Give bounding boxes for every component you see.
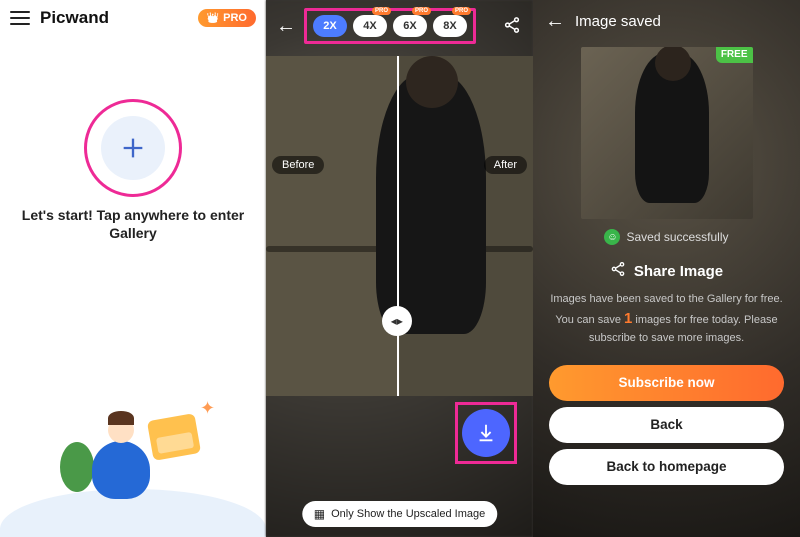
saved-status-row: ☺ Saved successfully <box>533 229 800 245</box>
compare-handle[interactable]: ◂▸ <box>382 306 412 336</box>
header: Picwand PRO <box>0 0 266 36</box>
success-icon: ☺ <box>604 229 620 245</box>
scale-label: 4X <box>363 20 376 32</box>
only-upscaled-toggle[interactable]: ▦ Only Show the Upscaled Image <box>302 501 497 527</box>
before-label: Before <box>272 156 324 174</box>
illustration: ✦ <box>0 387 266 537</box>
download-highlight <box>455 402 517 464</box>
brand-title: Picwand <box>40 8 109 28</box>
pro-label: PRO <box>223 12 247 24</box>
pro-badge[interactable]: PRO <box>198 9 256 27</box>
saved-status-text: Saved successfully <box>626 230 728 244</box>
saved-topbar: ← Image saved <box>533 0 800 43</box>
pro-tag: PRO <box>372 7 391 15</box>
home-label: Back to homepage <box>606 459 726 474</box>
panel-saved: ← Image saved FREE ☺ Saved successfully … <box>533 0 800 537</box>
save-description: Images have been saved to the Gallery fo… <box>533 281 800 359</box>
subscribe-button[interactable]: Subscribe now <box>549 365 784 401</box>
scale-label: 6X <box>403 20 416 32</box>
compare-divider <box>397 56 399 396</box>
add-image-button[interactable] <box>101 116 165 180</box>
plus-icon <box>119 134 147 162</box>
home-button[interactable]: Back to homepage <box>549 449 784 485</box>
share-icon <box>610 261 626 281</box>
page-title: Image saved <box>575 13 661 30</box>
panel-start: Picwand PRO Let's start! Tap anywhere to… <box>0 0 266 537</box>
scale-4x[interactable]: 4XPRO <box>353 15 387 37</box>
scale-8x[interactable]: 8XPRO <box>433 15 467 37</box>
start-text: Let's start! Tap anywhere to enter Galle… <box>0 206 266 242</box>
start-area[interactable]: Let's start! Tap anywhere to enter Galle… <box>0 116 266 242</box>
share-icon[interactable] <box>503 16 525 37</box>
share-label: Share Image <box>634 263 723 280</box>
scale-2x[interactable]: 2X <box>313 15 347 37</box>
scale-label: 2X <box>323 20 336 32</box>
back-button[interactable]: ← <box>274 15 298 38</box>
free-tag: FREE <box>716 47 753 63</box>
compare-toggle-icon: ▦ <box>314 507 325 521</box>
pro-tag: PRO <box>452 7 471 15</box>
download-button[interactable] <box>462 409 510 457</box>
after-label: After <box>484 156 527 174</box>
compare-topbar: ← 2X 4XPRO 6XPRO 8XPRO <box>266 0 533 52</box>
share-image-button[interactable]: Share Image <box>533 261 800 281</box>
saved-thumbnail: FREE <box>581 47 753 219</box>
only-upscaled-label: Only Show the Upscaled Image <box>331 508 485 520</box>
pro-tag: PRO <box>412 7 431 15</box>
back-label: Back <box>650 417 682 432</box>
compare-image[interactable]: Before After ◂▸ <box>266 56 533 396</box>
scale-label: 8X <box>443 20 456 32</box>
subscribe-label: Subscribe now <box>618 375 714 390</box>
download-icon <box>475 422 497 444</box>
back-button-large[interactable]: Back <box>549 407 784 443</box>
scale-6x[interactable]: 6XPRO <box>393 15 427 37</box>
menu-icon[interactable] <box>10 11 30 25</box>
scale-selector: 2X 4XPRO 6XPRO 8XPRO <box>304 8 476 44</box>
panel-compare: ← 2X 4XPRO 6XPRO 8XPRO Before After ◂▸ ▦… <box>266 0 533 537</box>
back-button[interactable]: ← <box>545 10 565 33</box>
